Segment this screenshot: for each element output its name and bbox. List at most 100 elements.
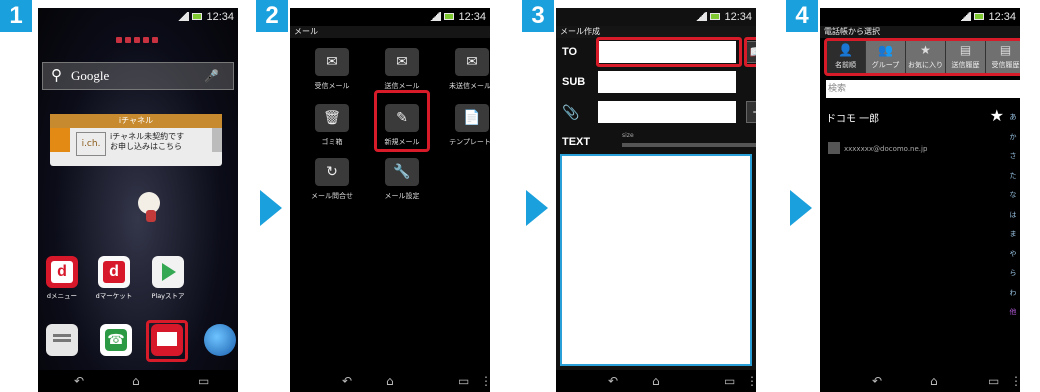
sent-mail-icon[interactable]: ✉: [385, 48, 419, 76]
battery-icon: [974, 13, 985, 20]
step-number-1: 1: [0, 0, 32, 32]
battery-icon: [192, 13, 203, 20]
ichannel-message-line1: iチャネル未契約です: [110, 132, 185, 141]
dmenu-app-icon[interactable]: d: [46, 256, 78, 288]
status-bar: 12:34: [290, 8, 490, 26]
index-ta[interactable]: た: [1006, 167, 1020, 187]
back-icon[interactable]: ↶: [74, 374, 84, 388]
menu-dots-icon[interactable]: ⋮: [746, 374, 756, 388]
back-icon[interactable]: ↶: [342, 374, 352, 388]
step-number-4: 4: [786, 0, 818, 32]
play-store-icon[interactable]: [152, 256, 184, 288]
highlight-mail-app: [146, 320, 188, 362]
clock: 12:34: [988, 11, 1016, 23]
attachment-icon[interactable]: 📎: [562, 104, 579, 121]
ichannel-title: iチャネル: [50, 114, 222, 128]
menu-item-unsent[interactable]: 未送信メール: [440, 81, 490, 91]
search-input[interactable]: 検索: [826, 80, 1020, 98]
index-ya[interactable]: や: [1006, 245, 1020, 265]
index-sa[interactable]: さ: [1006, 147, 1020, 167]
favorite-star-icon[interactable]: ★: [990, 106, 1004, 125]
ichannel-message-line2: お申し込みはこちら: [110, 142, 182, 151]
trash-icon[interactable]: 🗑: [315, 104, 349, 132]
index-ka[interactable]: か: [1006, 128, 1020, 148]
home-icon[interactable]: ⌂: [386, 374, 394, 388]
index-wa[interactable]: わ: [1006, 284, 1020, 304]
recent-apps-icon[interactable]: ▭: [198, 374, 209, 388]
signal-icon: [695, 12, 708, 21]
recent-apps-icon[interactable]: ▭: [988, 374, 999, 388]
menu-item-trash[interactable]: ゴミ箱: [302, 137, 362, 147]
app-label-dmenu: dメニュー: [46, 292, 78, 300]
contact-email[interactable]: xxxxxxx@docomo.ne.jp: [828, 142, 927, 154]
step-number-2: 2: [256, 0, 288, 32]
index-ra[interactable]: ら: [1006, 264, 1020, 284]
index-a[interactable]: あ: [1006, 108, 1020, 128]
to-label: TO: [562, 46, 578, 58]
compose-screen: 12:34 メール作成 TO 📖 SUB 📎 + TEXT size ↶ ⌂ ▭…: [556, 8, 756, 392]
browser-icon[interactable]: [204, 324, 236, 356]
arrow-right-icon: [790, 190, 812, 226]
status-bar: 12:34: [556, 8, 756, 26]
menu-dots-icon[interactable]: ⋮: [1010, 374, 1020, 388]
highlight-tab-bar: [824, 38, 1020, 76]
phonebook-select-screen: 12:34 電話帳から選択 👤 名前順 👥 グループ ★ お気に入り ▤ 送信履歴 ▤ 受…: [820, 8, 1020, 392]
highlight-address-book-button: [744, 37, 756, 67]
arrow-right-icon: [526, 190, 548, 226]
home-icon[interactable]: ⌂: [132, 374, 140, 388]
back-icon[interactable]: ↶: [608, 374, 618, 388]
menu-dots-icon[interactable]: ⋮: [480, 374, 490, 388]
highlight-to-field: [596, 37, 742, 67]
app-label-play-store: Playストア: [151, 292, 185, 300]
recent-apps-icon[interactable]: ▭: [458, 374, 469, 388]
template-icon[interactable]: 📄: [455, 104, 489, 132]
index-bar[interactable]: あ か さ た な は ま や ら わ 他: [1006, 108, 1020, 323]
navigation-bar: ↶ ⌂ ▭: [38, 370, 238, 392]
back-icon[interactable]: ↶: [872, 374, 882, 388]
navigation-bar: ↶ ⌂ ▭ ⋮: [290, 370, 490, 392]
ichannel-widget[interactable]: iチャネル i.ch. iチャネル未契約です お申し込みはこちら: [50, 114, 222, 166]
app-label-dmarket: dマーケット: [95, 292, 133, 300]
size-label: size: [622, 132, 634, 139]
mail-inquiry-icon[interactable]: ↻: [315, 158, 349, 186]
step-number-3: 3: [522, 0, 554, 32]
home-icon[interactable]: ⌂: [652, 374, 660, 388]
home-icon[interactable]: ⌂: [930, 374, 938, 388]
menu-item-mail-settings[interactable]: メール設定: [372, 191, 432, 201]
clock: 12:34: [458, 11, 486, 23]
attachment-field[interactable]: [598, 101, 736, 123]
dmarket-app-icon[interactable]: d: [98, 256, 130, 288]
inbox-icon[interactable]: ✉: [315, 48, 349, 76]
microphone-icon[interactable]: 🎤: [204, 63, 219, 89]
index-ha[interactable]: は: [1006, 206, 1020, 226]
recent-apps-icon[interactable]: ▭: [724, 374, 735, 388]
index-na[interactable]: な: [1006, 186, 1020, 206]
add-attachment-button[interactable]: +: [746, 101, 756, 123]
clock: 12:34: [724, 11, 752, 23]
mail-settings-icon[interactable]: 🔧: [385, 158, 419, 186]
menu-item-inbox[interactable]: 受信メール: [302, 81, 362, 91]
notes-app-icon[interactable]: [46, 324, 78, 356]
contact-name[interactable]: ドコモ 一郎: [826, 110, 879, 125]
screen-title: メール: [290, 26, 490, 38]
status-bar: 12:34: [820, 8, 1020, 26]
google-search-bar[interactable]: ⚲ Google 🎤: [42, 62, 234, 90]
subject-field[interactable]: [598, 71, 736, 93]
menu-item-template[interactable]: テンプレート: [440, 137, 490, 147]
mascot-image[interactable]: [138, 192, 160, 222]
subject-label: SUB: [562, 76, 586, 88]
signal-icon: [429, 12, 442, 21]
index-other[interactable]: 他: [1006, 303, 1020, 323]
mail-body-textarea[interactable]: [560, 154, 752, 366]
phone-app-icon[interactable]: ☎: [100, 324, 132, 356]
ichannel-logo: i.ch.: [76, 132, 106, 156]
screen-title: 電話帳から選択: [820, 26, 1020, 38]
menu-item-mail-inquiry[interactable]: メール問合せ: [302, 191, 362, 201]
index-ma[interactable]: ま: [1006, 225, 1020, 245]
highlight-new-mail: [374, 90, 430, 152]
text-label: TEXT: [562, 136, 591, 148]
battery-icon: [444, 13, 455, 20]
unsent-mail-icon[interactable]: ✉: [455, 48, 489, 76]
clock: 12:34: [206, 11, 234, 23]
signal-icon: [959, 12, 972, 21]
